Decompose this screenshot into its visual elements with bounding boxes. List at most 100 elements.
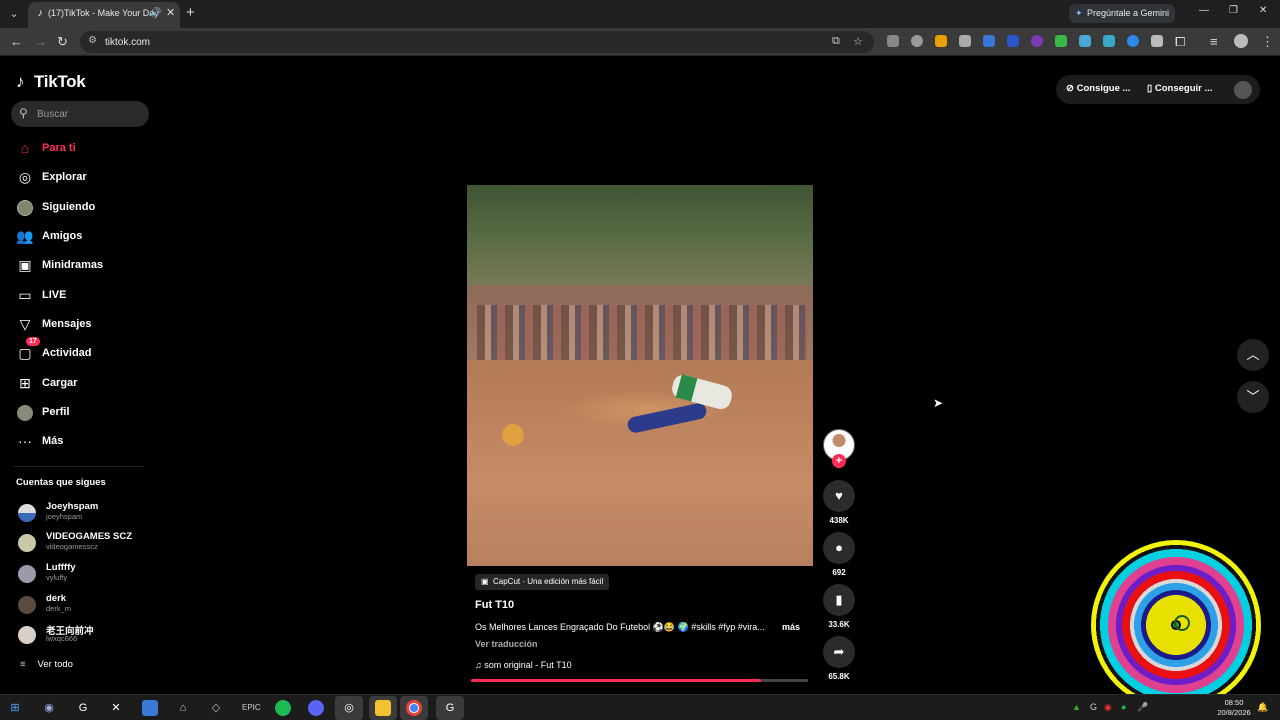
install-app-icon[interactable]: ⧉: [832, 35, 840, 48]
extension-icon[interactable]: [887, 35, 899, 47]
capcut-tag[interactable]: ▣ CapCut · Una edición más fácil: [475, 574, 610, 590]
new-tab-button[interactable]: +: [186, 4, 195, 22]
tab-search-chevron-icon[interactable]: ⌄: [4, 4, 24, 24]
extension-icon[interactable]: [983, 35, 995, 47]
discord-icon[interactable]: [308, 700, 324, 716]
tray-icon[interactable]: G: [1090, 702, 1097, 712]
nav-activity[interactable]: ▢ 17 Actividad: [14, 337, 148, 367]
extension-icon[interactable]: [1103, 35, 1115, 47]
save-button[interactable]: ▮: [823, 584, 855, 616]
followed-account[interactable]: derk derk_m: [16, 592, 146, 618]
share-button[interactable]: ➦: [823, 636, 855, 668]
nav-minidramas[interactable]: ▣ Minidramas: [14, 253, 148, 279]
followed-account[interactable]: VIDEOGAMES SCZ videogamesscz: [16, 530, 146, 556]
steam-icon[interactable]: ◉: [41, 700, 57, 716]
get-app-button[interactable]: ▯ Conseguir ...: [1147, 83, 1212, 94]
extensions-puzzle-icon[interactable]: ⧠: [1175, 34, 1185, 50]
followed-account[interactable]: Joeyhspam joeyhspam: [16, 500, 146, 526]
like-button[interactable]: ♥: [823, 480, 855, 512]
tab-close-icon[interactable]: ✕: [166, 6, 175, 19]
see-all-link[interactable]: ≡ Ver todo: [20, 659, 73, 670]
capcut-icon: ▣: [481, 577, 489, 586]
tray-mic-icon[interactable]: 🎤: [1137, 702, 1148, 713]
comment-count: 692: [832, 568, 846, 577]
gemini-button[interactable]: ✦ Pregúntale a Gemini: [1069, 4, 1175, 23]
nav-more[interactable]: ··· Más: [14, 429, 148, 455]
nav-for-you[interactable]: ⌂ Para ti: [14, 136, 148, 162]
site-info-icon[interactable]: ⚙: [88, 35, 97, 46]
tiktok-note-icon: ♪: [16, 72, 25, 91]
sound-link[interactable]: ♫ som original - Fut T10: [475, 660, 572, 670]
epic-games-icon[interactable]: EPIC: [242, 700, 261, 716]
extension-icon[interactable]: [1127, 35, 1139, 47]
x-app-icon[interactable]: ✕: [108, 700, 124, 716]
nav-upload[interactable]: ⊞ Cargar: [14, 371, 148, 397]
translate-link[interactable]: Ver traducción: [475, 639, 538, 649]
chrome-icon[interactable]: [406, 700, 422, 716]
nav-friends[interactable]: 👥 Amigos: [14, 224, 148, 250]
followed-account[interactable]: Luffffy vyluffy: [16, 561, 146, 587]
g-app-icon[interactable]: G: [75, 700, 91, 716]
media-control-icon[interactable]: ≡: [1210, 34, 1218, 50]
speaker-icon[interactable]: 🔊: [150, 7, 161, 18]
more-link[interactable]: más: [782, 622, 800, 632]
browser-tab[interactable]: ♪ (17)TikTok - Make Your Day 🔊 ✕: [28, 2, 180, 28]
video-player[interactable]: [467, 185, 813, 566]
nav-explore[interactable]: ◎ Explorar: [14, 165, 148, 191]
obs-icon[interactable]: ◎: [341, 700, 357, 716]
nav-profile[interactable]: Perfil: [14, 400, 148, 426]
friends-icon: 👥: [16, 228, 34, 244]
video-author[interactable]: Fut T10: [475, 599, 514, 611]
extension-icon[interactable]: [935, 35, 947, 47]
user-avatar[interactable]: [1234, 81, 1252, 99]
profile-avatar-icon[interactable]: [1234, 34, 1248, 48]
extension-icon[interactable]: [1079, 35, 1091, 47]
extension-icon[interactable]: [911, 35, 923, 47]
forward-icon[interactable]: →: [34, 34, 47, 50]
nav-live[interactable]: ▭ LIVE: [14, 283, 148, 309]
mouse-cursor-icon: ➤: [933, 396, 944, 410]
back-icon[interactable]: ←: [10, 34, 23, 50]
followed-account[interactable]: 老王向前冲 lwxqc666: [16, 622, 146, 648]
extension-icon[interactable]: [1151, 35, 1163, 47]
app-icon[interactable]: [142, 700, 158, 716]
get-coins-label: Consigue ...: [1076, 83, 1131, 94]
follow-plus-icon[interactable]: +: [832, 454, 846, 468]
comment-button[interactable]: ●: [823, 532, 855, 564]
controller-icon[interactable]: ⌂: [175, 700, 191, 716]
previous-video-button[interactable]: ︿: [1237, 339, 1269, 371]
minimize-icon[interactable]: —: [1199, 5, 1209, 16]
heart-icon: ♥: [835, 488, 843, 503]
nav-following[interactable]: Siguiendo: [14, 195, 148, 221]
video-progress-bar[interactable]: [471, 679, 808, 682]
tray-icon[interactable]: ◉: [1104, 702, 1112, 713]
comment-icon: ●: [835, 540, 843, 555]
gamepad-icon[interactable]: ◇: [208, 700, 224, 716]
spotify-icon[interactable]: [275, 700, 291, 716]
tray-nvidia-icon[interactable]: ▲: [1072, 702, 1081, 712]
chrome-menu-icon[interactable]: ⋮: [1261, 34, 1274, 50]
nav-messages[interactable]: ▽ Mensajes: [14, 312, 148, 338]
tiktok-logo[interactable]: ♪ TikTok: [16, 72, 86, 92]
sound-label: som original - Fut T10: [484, 660, 572, 670]
next-video-button[interactable]: ﹀: [1237, 381, 1269, 413]
get-coins-button[interactable]: ⊘ Consigue ...: [1066, 83, 1130, 94]
account-handle: derk_m: [46, 604, 72, 613]
file-explorer-icon[interactable]: [375, 700, 391, 716]
search-input[interactable]: [37, 105, 141, 123]
g-hub-icon[interactable]: G: [442, 700, 458, 716]
notification-bell-icon[interactable]: 🔔: [1257, 702, 1268, 713]
windows-start-icon[interactable]: ⊞: [7, 700, 23, 716]
extension-icon[interactable]: [1007, 35, 1019, 47]
address-bar[interactable]: ⚙ tiktok.com ⧉ ☆: [80, 31, 874, 53]
reload-icon[interactable]: ↻: [57, 34, 68, 50]
bookmark-star-icon[interactable]: ☆: [853, 35, 863, 48]
system-clock[interactable]: 08:50 20/8/2026: [1212, 698, 1256, 718]
search-box[interactable]: ⚲: [11, 101, 149, 127]
extension-icon[interactable]: [1055, 35, 1067, 47]
restore-icon[interactable]: ❐: [1229, 5, 1238, 16]
tray-spotify-icon[interactable]: ●: [1121, 702, 1126, 712]
extension-icon[interactable]: [1031, 35, 1043, 47]
extension-icon[interactable]: [959, 35, 971, 47]
window-close-icon[interactable]: ✕: [1259, 5, 1267, 16]
